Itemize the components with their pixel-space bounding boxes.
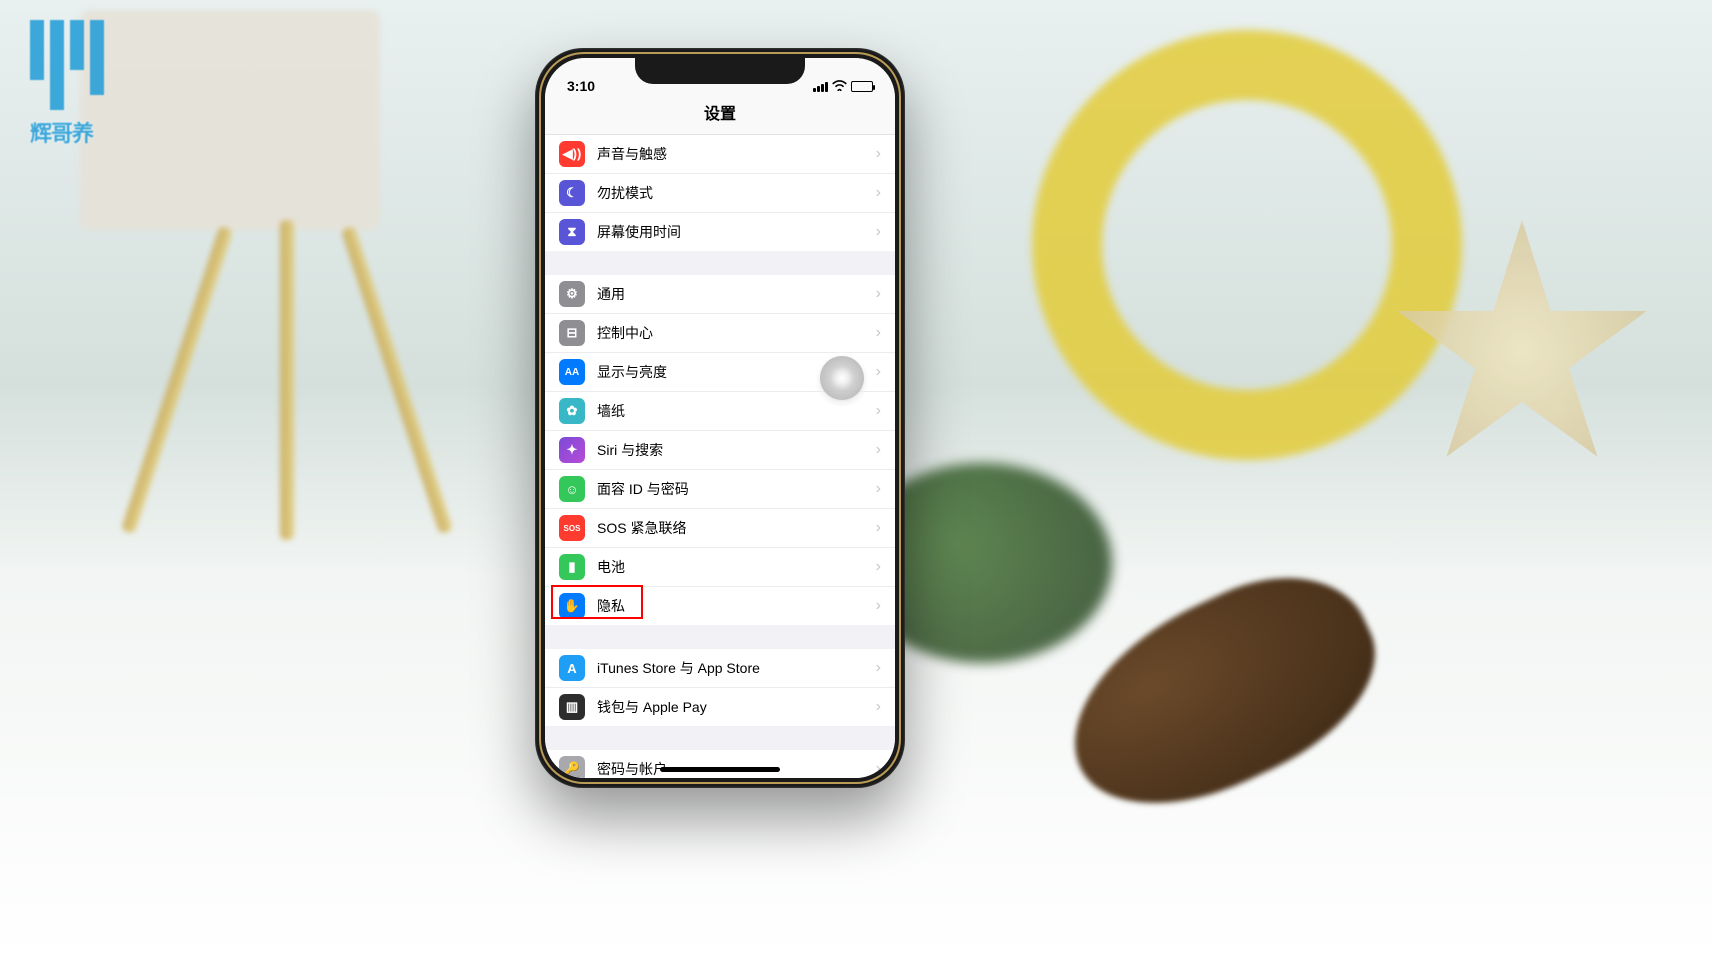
siri-icon: ✦	[559, 437, 585, 463]
chevron-right-icon: ›	[876, 324, 881, 342]
chevron-right-icon: ›	[876, 519, 881, 537]
chevron-right-icon: ›	[876, 597, 881, 615]
sos-icon: SOS	[559, 515, 585, 541]
settings-row-label: iTunes Store 与 App Store	[597, 658, 876, 678]
settings-row-label: 通用	[597, 284, 876, 304]
settings-row-siri[interactable]: ✦ Siri 与搜索›	[545, 431, 895, 470]
settings-row-label: 墙纸	[597, 401, 876, 421]
settings-group: 🔑密码与帐户›✉邮件›	[545, 750, 895, 778]
settings-row-label: 勿扰模式	[597, 183, 876, 203]
settings-row-label: 屏幕使用时间	[597, 222, 876, 242]
settings-row-dnd[interactable]: ☾ 勿扰模式›	[545, 174, 895, 213]
phone-frame: 3:10 设置 ◀))声音与触感›☾勿扰模式›⧗屏幕使用时间›⚙通用›⊟控制中心…	[535, 48, 905, 788]
settings-group: ◀))声音与触感›☾勿扰模式›⧗屏幕使用时间›	[545, 135, 895, 251]
settings-row-label: SOS 紧急联络	[597, 518, 876, 538]
chevron-right-icon: ›	[876, 659, 881, 677]
battery-icon: ▮	[559, 554, 585, 580]
settings-row-label: 面容 ID 与密码	[597, 479, 876, 499]
chevron-right-icon: ›	[876, 285, 881, 303]
settings-list[interactable]: ◀))声音与触感›☾勿扰模式›⧗屏幕使用时间›⚙通用›⊟控制中心›AA显示与亮度…	[545, 135, 895, 778]
itunes-icon: A	[559, 655, 585, 681]
settings-row-passwords[interactable]: 🔑密码与帐户›	[545, 750, 895, 778]
settings-row-label: 电池	[597, 557, 876, 577]
chevron-right-icon: ›	[876, 698, 881, 716]
settings-row-sos[interactable]: SOS SOS 紧急联络›	[545, 509, 895, 548]
settings-row-screentime[interactable]: ⧗ 屏幕使用时间›	[545, 213, 895, 251]
general-icon: ⚙	[559, 281, 585, 307]
home-indicator[interactable]	[660, 767, 780, 772]
passwords-icon: 🔑	[559, 756, 585, 778]
settings-row-label: Siri 与搜索	[597, 440, 876, 460]
settings-group: ⚙通用›⊟控制中心›AA显示与亮度›✿墙纸›✦Siri 与搜索›☺面容 ID 与…	[545, 275, 895, 625]
chevron-right-icon: ›	[876, 184, 881, 202]
chevron-right-icon: ›	[876, 558, 881, 576]
settings-row-wallet[interactable]: ▥ 钱包与 Apple Pay›	[545, 688, 895, 726]
settings-row-label: 控制中心	[597, 323, 876, 343]
control-icon: ⊟	[559, 320, 585, 346]
page-title: 设置	[545, 96, 895, 135]
settings-row-privacy[interactable]: ✋ 隐私›	[545, 587, 895, 625]
assistive-touch-button[interactable]	[820, 356, 864, 400]
screentime-icon: ⧗	[559, 219, 585, 245]
chevron-right-icon: ›	[876, 441, 881, 459]
status-time: 3:10	[567, 78, 595, 94]
settings-row-itunes[interactable]: AiTunes Store 与 App Store›	[545, 649, 895, 688]
signal-icon	[813, 82, 828, 92]
background-ring	[1032, 30, 1462, 460]
settings-row-label: 隐私	[597, 596, 876, 616]
settings-group: AiTunes Store 与 App Store›▥钱包与 Apple Pay…	[545, 649, 895, 726]
wallet-icon: ▥	[559, 694, 585, 720]
chevron-right-icon: ›	[876, 402, 881, 420]
settings-row-general[interactable]: ⚙ 通用›	[545, 275, 895, 314]
sound-icon: ◀))	[559, 141, 585, 167]
settings-row-battery[interactable]: ▮ 电池›	[545, 548, 895, 587]
privacy-icon: ✋	[559, 593, 585, 619]
chevron-right-icon: ›	[876, 760, 881, 778]
faceid-icon: ☺	[559, 476, 585, 502]
wifi-icon	[832, 79, 847, 94]
dnd-icon: ☾	[559, 180, 585, 206]
chevron-right-icon: ›	[876, 480, 881, 498]
wallpaper-icon: ✿	[559, 398, 585, 424]
watermark: 辉哥养	[30, 20, 190, 220]
battery-icon	[851, 81, 873, 92]
settings-row-label: 声音与触感	[597, 144, 876, 164]
chevron-right-icon: ›	[876, 363, 881, 381]
chevron-right-icon: ›	[876, 223, 881, 241]
settings-row-sound[interactable]: ◀)) 声音与触感›	[545, 135, 895, 174]
phone-notch	[635, 58, 805, 84]
settings-row-control[interactable]: ⊟ 控制中心›	[545, 314, 895, 353]
settings-row-faceid[interactable]: ☺ 面容 ID 与密码›	[545, 470, 895, 509]
phone-screen: 3:10 设置 ◀))声音与触感›☾勿扰模式›⧗屏幕使用时间›⚙通用›⊟控制中心…	[545, 58, 895, 778]
display-icon: AA	[559, 359, 585, 385]
settings-row-label: 钱包与 Apple Pay	[597, 697, 876, 717]
chevron-right-icon: ›	[876, 145, 881, 163]
